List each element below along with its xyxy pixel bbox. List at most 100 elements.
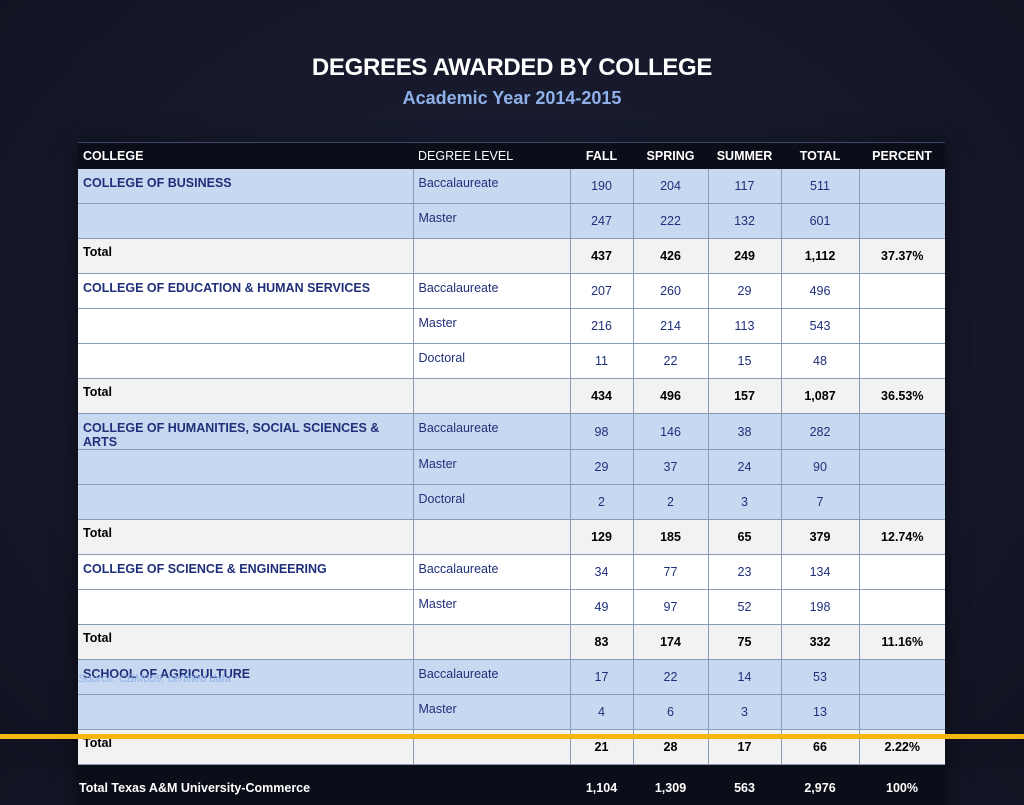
degree-level-cell: Baccalaureate bbox=[413, 169, 570, 204]
degree-level-cell: Master bbox=[413, 309, 570, 344]
page-subtitle: Academic Year 2014-2015 bbox=[0, 88, 1024, 109]
fall-cell: 247 bbox=[570, 204, 633, 239]
table-row: Master247222132601 bbox=[78, 204, 945, 239]
total-cell: 53 bbox=[781, 660, 859, 695]
degrees-table: COLLEGE DEGREE LEVEL FALL SPRING SUMMER … bbox=[78, 142, 945, 805]
spring-cell: 77 bbox=[633, 555, 708, 590]
total-cell: 282 bbox=[781, 414, 859, 450]
table-row: Doctoral11221548 bbox=[78, 344, 945, 379]
percent-cell bbox=[859, 309, 945, 344]
total-cell: 543 bbox=[781, 309, 859, 344]
fall-cell: 216 bbox=[570, 309, 633, 344]
fall-cell: 437 bbox=[570, 239, 633, 274]
fall-cell: 98 bbox=[570, 414, 633, 450]
spring-cell: 22 bbox=[633, 660, 708, 695]
total-cell: 7 bbox=[781, 485, 859, 520]
total-cell: 1,087 bbox=[781, 379, 859, 414]
college-cell bbox=[78, 485, 413, 520]
total-row: Total4374262491,11237.37% bbox=[78, 239, 945, 274]
fall-cell: 29 bbox=[570, 450, 633, 485]
percent-cell: 36.53% bbox=[859, 379, 945, 414]
percent-cell: 11.16% bbox=[859, 625, 945, 660]
college-cell: COLLEGE OF HUMANITIES, SOCIAL SCIENCES &… bbox=[78, 414, 413, 450]
total-cell: 496 bbox=[781, 274, 859, 309]
summer-cell: 3 bbox=[708, 695, 781, 730]
college-cell bbox=[78, 450, 413, 485]
table-row: COLLEGE OF SCIENCE & ENGINEERINGBaccalau… bbox=[78, 555, 945, 590]
percent-cell bbox=[859, 555, 945, 590]
grand-total-percent: 100% bbox=[859, 765, 945, 805]
percent-cell: 37.37% bbox=[859, 239, 945, 274]
college-cell bbox=[78, 309, 413, 344]
degree-level-cell: Master bbox=[413, 590, 570, 625]
table-header-row: COLLEGE DEGREE LEVEL FALL SPRING SUMMER … bbox=[78, 143, 945, 170]
total-cell: 198 bbox=[781, 590, 859, 625]
degree-level-cell bbox=[413, 520, 570, 555]
summer-cell: 52 bbox=[708, 590, 781, 625]
degree-level-cell: Baccalaureate bbox=[413, 555, 570, 590]
degree-level-cell: Doctoral bbox=[413, 344, 570, 379]
summer-cell: 75 bbox=[708, 625, 781, 660]
spring-cell: 22 bbox=[633, 344, 708, 379]
total-cell: 48 bbox=[781, 344, 859, 379]
college-cell: COLLEGE OF SCIENCE & ENGINEERING bbox=[78, 555, 413, 590]
column-header-total: TOTAL bbox=[781, 143, 859, 170]
table-row: Doctoral2237 bbox=[78, 485, 945, 520]
college-cell: COLLEGE OF EDUCATION & HUMAN SERVICES bbox=[78, 274, 413, 309]
percent-cell bbox=[859, 169, 945, 204]
degree-level-cell: Baccalaureate bbox=[413, 414, 570, 450]
spring-cell: 6 bbox=[633, 695, 708, 730]
college-cell: Total bbox=[78, 239, 413, 274]
grand-total-spring: 1,309 bbox=[633, 765, 708, 805]
total-cell: 332 bbox=[781, 625, 859, 660]
fall-cell: 49 bbox=[570, 590, 633, 625]
degree-level-cell: Master bbox=[413, 695, 570, 730]
degree-level-cell: Master bbox=[413, 450, 570, 485]
percent-cell bbox=[859, 204, 945, 239]
fall-cell: 11 bbox=[570, 344, 633, 379]
degree-level-cell bbox=[413, 239, 570, 274]
summer-cell: 132 bbox=[708, 204, 781, 239]
table-row: Master46313 bbox=[78, 695, 945, 730]
college-cell bbox=[78, 590, 413, 625]
fall-cell: 34 bbox=[570, 555, 633, 590]
spring-cell: 426 bbox=[633, 239, 708, 274]
percent-cell bbox=[859, 344, 945, 379]
column-header-fall: FALL bbox=[570, 143, 633, 170]
fall-cell: 207 bbox=[570, 274, 633, 309]
spring-cell: 214 bbox=[633, 309, 708, 344]
summer-cell: 65 bbox=[708, 520, 781, 555]
fall-cell: 83 bbox=[570, 625, 633, 660]
column-header-percent: PERCENT bbox=[859, 143, 945, 170]
total-row: Total831747533211.16% bbox=[78, 625, 945, 660]
degree-level-cell: Baccalaureate bbox=[413, 660, 570, 695]
percent-cell bbox=[859, 274, 945, 309]
spring-cell: 204 bbox=[633, 169, 708, 204]
total-row: Total1291856537912.74% bbox=[78, 520, 945, 555]
percent-cell bbox=[859, 590, 945, 625]
summer-cell: 113 bbox=[708, 309, 781, 344]
college-cell bbox=[78, 204, 413, 239]
percent-cell bbox=[859, 485, 945, 520]
summer-cell: 29 bbox=[708, 274, 781, 309]
percent-cell bbox=[859, 660, 945, 695]
summer-cell: 14 bbox=[708, 660, 781, 695]
spring-cell: 185 bbox=[633, 520, 708, 555]
spring-cell: 37 bbox=[633, 450, 708, 485]
total-cell: 90 bbox=[781, 450, 859, 485]
grand-total-summer: 563 bbox=[708, 765, 781, 805]
degree-level-cell: Master bbox=[413, 204, 570, 239]
college-cell: Total bbox=[78, 520, 413, 555]
college-cell: COLLEGE OF BUSINESS bbox=[78, 169, 413, 204]
grand-total-total: 2,976 bbox=[781, 765, 859, 805]
total-cell: 1,112 bbox=[781, 239, 859, 274]
fall-cell: 2 bbox=[570, 485, 633, 520]
college-cell: Total bbox=[78, 379, 413, 414]
college-cell: Total bbox=[78, 625, 413, 660]
grand-total-row: Total Texas A&M University-Commerce 1,10… bbox=[78, 765, 945, 805]
summer-cell: 157 bbox=[708, 379, 781, 414]
table-row: Master499752198 bbox=[78, 590, 945, 625]
grand-total-label: Total Texas A&M University-Commerce bbox=[78, 765, 570, 805]
spring-cell: 97 bbox=[633, 590, 708, 625]
spring-cell: 260 bbox=[633, 274, 708, 309]
